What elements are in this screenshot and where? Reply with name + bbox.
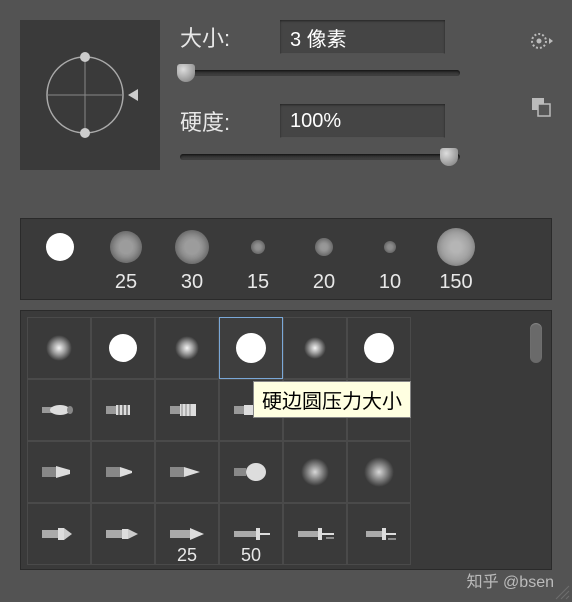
gear-icon[interactable] — [528, 28, 554, 54]
scrollbar[interactable] — [527, 317, 545, 565]
preset-label: 25 — [115, 271, 137, 295]
preset-label: 15 — [247, 271, 269, 295]
brush-grid-cell[interactable]: 25 — [155, 503, 219, 565]
brush-angle-preview[interactable] — [20, 20, 160, 170]
size-input[interactable] — [280, 20, 445, 54]
brush-grid-cell[interactable] — [155, 317, 219, 379]
hardness-input[interactable] — [280, 104, 445, 138]
size-slider[interactable] — [180, 62, 460, 86]
preset-label: 20 — [313, 271, 335, 295]
brush-grid-cell[interactable] — [347, 503, 411, 565]
brush-grid-cell[interactable] — [91, 317, 155, 379]
preset-label: 150 — [439, 271, 472, 295]
watermark: 知乎 @bsen — [467, 568, 554, 592]
brush-grid-cell[interactable] — [27, 317, 91, 379]
brush-grid-cell[interactable] — [283, 441, 347, 503]
brush-preset-item[interactable]: 20 — [291, 227, 357, 295]
scroll-thumb[interactable] — [530, 323, 542, 363]
brush-grid-cell[interactable] — [283, 317, 347, 379]
brush-grid-cell[interactable] — [155, 379, 219, 441]
hardness-slider[interactable] — [180, 146, 460, 170]
brush-grid-cell[interactable] — [91, 441, 155, 503]
new-preset-icon[interactable] — [528, 94, 554, 120]
brush-grid-cell[interactable] — [27, 503, 91, 565]
brush-grid: 25 50 硬边圆压力大小 — [20, 310, 552, 570]
brush-grid-cell[interactable] — [347, 441, 411, 503]
hardness-label: 硬度: — [180, 105, 270, 137]
brush-grid-cell[interactable] — [347, 317, 411, 379]
resize-grip-icon[interactable] — [552, 582, 570, 600]
cell-label: 25 — [177, 545, 197, 566]
brush-grid-cell[interactable] — [155, 441, 219, 503]
cell-label: 50 — [241, 545, 261, 566]
brush-grid-cell[interactable] — [91, 379, 155, 441]
brush-preset-item[interactable]: 10 — [357, 227, 423, 295]
brush-preset-item[interactable]: 25 — [93, 227, 159, 295]
brush-grid-cell[interactable] — [219, 441, 283, 503]
size-label: 大小: — [180, 21, 270, 53]
brush-grid-cell[interactable] — [283, 503, 347, 565]
brush-preset-item[interactable]: 15 — [225, 227, 291, 295]
preset-label: 10 — [379, 271, 401, 295]
brush-preset-item[interactable]: 30 — [159, 227, 225, 295]
brush-grid-cell[interactable] — [91, 503, 155, 565]
brush-tooltip: 硬边圆压力大小 — [253, 381, 411, 418]
brush-preset-row: 25 30 15 20 10 150 — [20, 218, 552, 300]
brush-preset-item[interactable]: 150 — [423, 227, 489, 295]
brush-grid-cell[interactable]: 50 — [219, 503, 283, 565]
brush-grid-cell[interactable] — [27, 441, 91, 503]
brush-grid-cell[interactable] — [219, 317, 283, 379]
brush-preset-item[interactable] — [27, 227, 93, 295]
brush-grid-cell[interactable] — [27, 379, 91, 441]
preset-label: 30 — [181, 271, 203, 295]
